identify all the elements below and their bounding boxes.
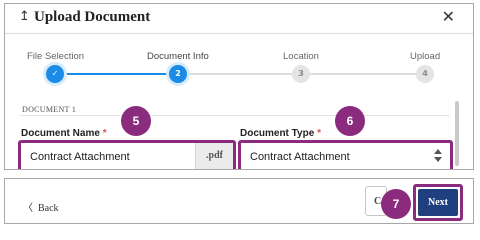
back-button[interactable]: 〈 Back — [23, 199, 59, 214]
document-type-label: Document Type * — [240, 128, 321, 139]
step-label-location: Location — [283, 51, 319, 62]
step-label-file-selection: File Selection — [27, 51, 85, 62]
next-button-highlight: Next — [413, 184, 463, 221]
dialog-title: Upload Document — [34, 9, 151, 25]
document-name-value[interactable]: Contract Attachment — [30, 151, 130, 163]
section-divider — [20, 115, 450, 116]
upload-dialog: ↥ Upload Document ✕ File Selection Docum… — [4, 3, 474, 170]
callout-6: 6 — [335, 106, 365, 136]
file-extension-addon: .pdf — [195, 143, 233, 169]
step-marker-document-info: 2 — [169, 65, 187, 83]
scrollbar[interactable] — [455, 101, 459, 166]
close-icon[interactable]: ✕ — [442, 7, 455, 26]
chevron-left-icon: 〈 — [23, 203, 33, 214]
document-type-label-text: Document Type — [240, 128, 315, 139]
step-marker-file-selection: ✓ — [46, 65, 64, 83]
step-label-document-info: Document Info — [147, 51, 209, 62]
document-type-value[interactable]: Contract Attachment — [250, 151, 350, 163]
dialog-header: ↥ Upload Document ✕ — [5, 4, 473, 34]
document-name-label: Document Name * — [21, 128, 107, 139]
step-connector-complete — [64, 73, 178, 75]
callout-5: 5 — [121, 106, 151, 136]
document-name-label-text: Document Name — [21, 128, 100, 139]
step-marker-upload: 4 — [416, 65, 434, 83]
document-name-field[interactable]: Contract Attachment .pdf — [18, 140, 236, 169]
step-marker-location: 3 — [292, 65, 310, 83]
callout-7: 7 — [381, 189, 411, 219]
required-marker: * — [102, 128, 107, 139]
document-section-label: DOCUMENT 1 — [22, 105, 77, 114]
next-button[interactable]: Next — [418, 189, 458, 216]
upload-icon: ↥ — [19, 9, 30, 24]
document-type-select[interactable]: Contract Attachment — [238, 140, 453, 169]
select-arrows-icon — [434, 149, 442, 163]
step-label-upload: Upload — [410, 51, 441, 62]
back-label: Back — [38, 203, 59, 214]
required-marker: * — [317, 128, 321, 139]
